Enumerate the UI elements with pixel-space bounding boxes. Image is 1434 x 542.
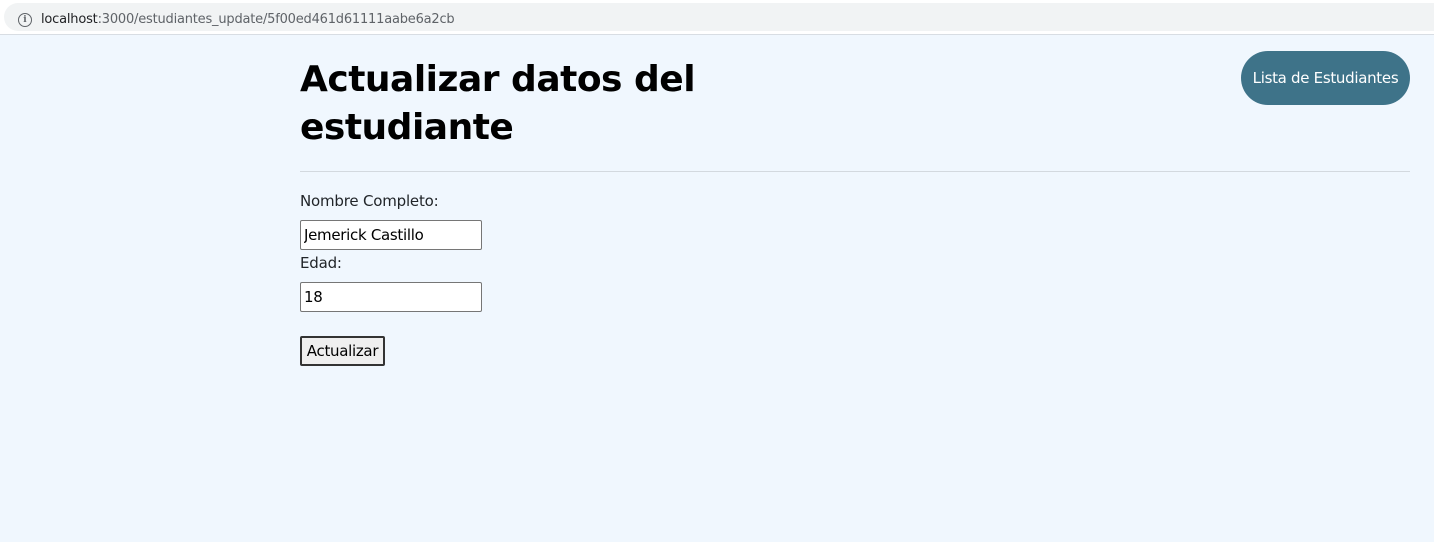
full-name-label: Nombre Completo: xyxy=(300,192,439,210)
url-text[interactable]: localhost:3000/estudiantes_update/5f00ed… xyxy=(41,12,455,28)
url-path: :3000/estudiantes_update/5f00ed461d61111… xyxy=(97,12,455,27)
page-content: Actualizar datos del estudiante Lista de… xyxy=(0,36,1434,542)
full-name-input[interactable] xyxy=(300,220,482,250)
url-host: localhost xyxy=(41,12,98,27)
student-list-button[interactable]: Lista de Estudiantes xyxy=(1241,51,1410,105)
browser-address-bar: i localhost:3000/estudiantes_update/5f00… xyxy=(0,0,1434,35)
url-field[interactable]: i localhost:3000/estudiantes_update/5f00… xyxy=(4,3,1434,31)
age-label: Edad: xyxy=(300,254,342,272)
page-title: Actualizar datos del estudiante xyxy=(300,59,696,148)
header-divider xyxy=(300,171,1410,172)
update-button[interactable]: Actualizar xyxy=(300,336,385,366)
info-icon[interactable]: i xyxy=(18,13,32,27)
age-input[interactable] xyxy=(300,282,482,312)
